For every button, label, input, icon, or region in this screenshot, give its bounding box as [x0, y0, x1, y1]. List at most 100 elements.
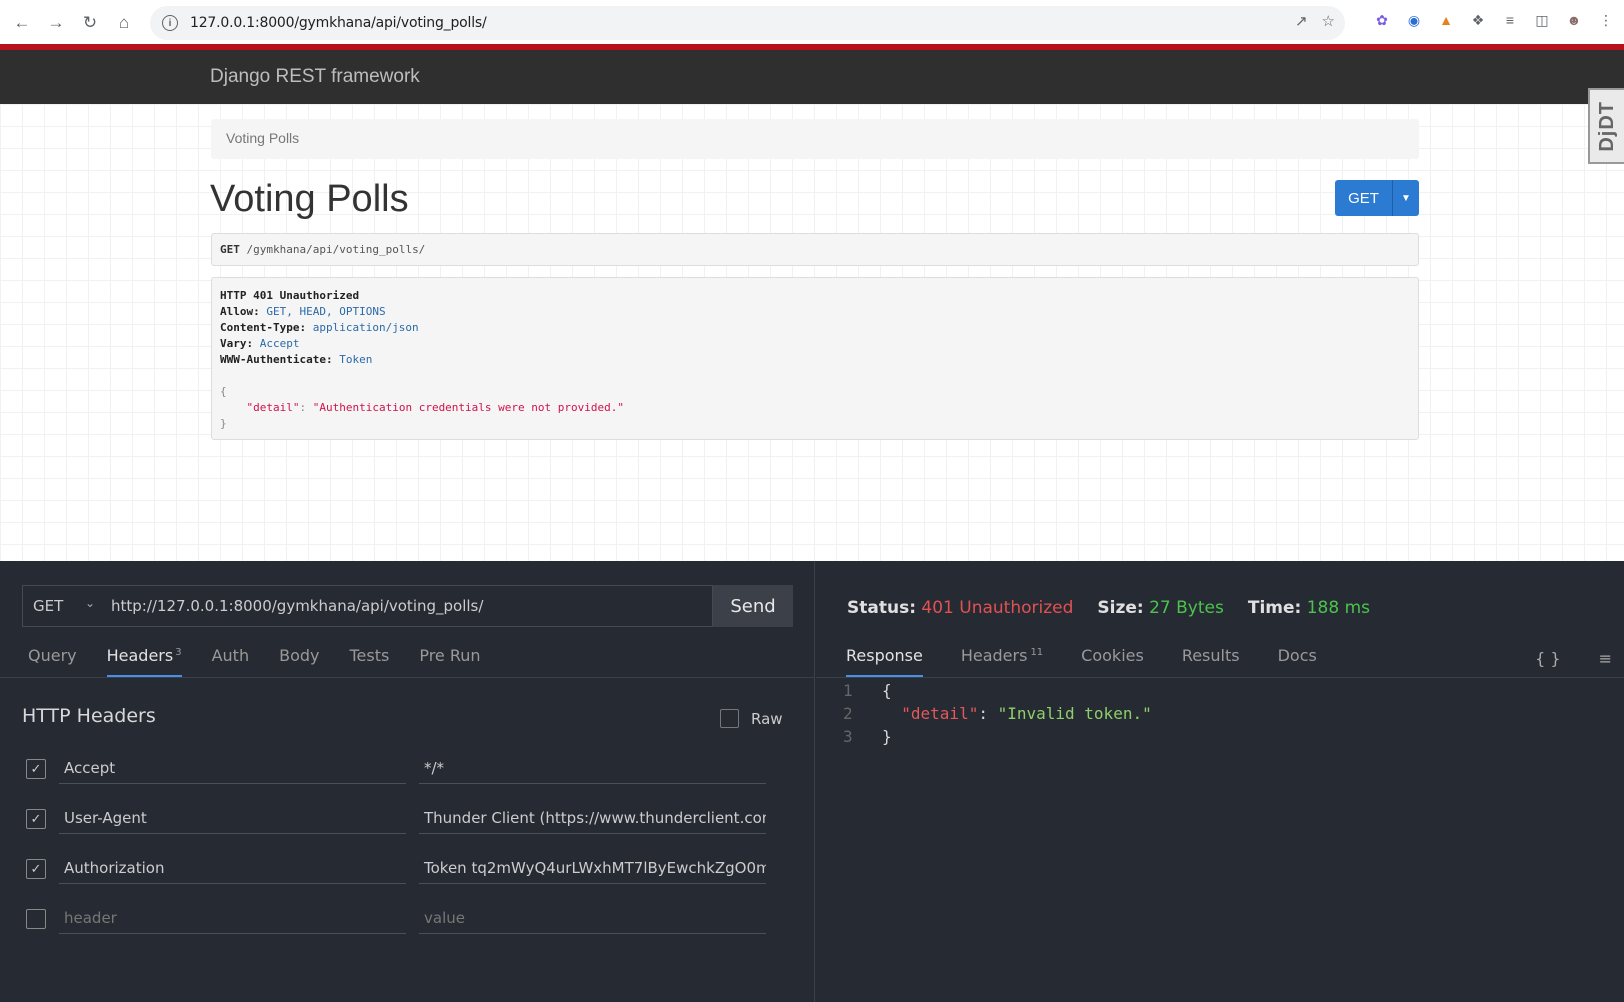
- json-value: "Authentication credentials were not pro…: [312, 401, 624, 414]
- header-value-input[interactable]: */*: [419, 753, 766, 784]
- side-panel-icon[interactable]: ◫: [1532, 10, 1552, 30]
- response-tabs: Response Headers 11 Cookies Results Docs: [846, 646, 1355, 677]
- code-line: "detail": "Invalid token.": [882, 702, 1152, 725]
- wrap-lines-icon[interactable]: ≡: [1599, 649, 1612, 668]
- json-colon: :: [299, 401, 307, 414]
- tab-headers[interactable]: Headers 3: [106, 646, 182, 677]
- json-colon: :: [978, 704, 998, 723]
- size-label: Size:: [1097, 598, 1144, 618]
- status-label: Status:: [847, 598, 916, 618]
- reload-icon[interactable]: ↻: [78, 11, 102, 35]
- request-tabs: Query Headers 3 Auth Body Tests Pre Run: [28, 646, 511, 677]
- request-path: /gymkhana/api/voting_polls/: [246, 243, 426, 256]
- tab-docs[interactable]: Docs: [1278, 646, 1317, 677]
- response-status-bar: Status: 401 Unauthorized Size: 27 Bytes …: [847, 598, 1370, 618]
- get-button[interactable]: GET: [1335, 180, 1393, 216]
- header-key-input[interactable]: header: [59, 903, 406, 934]
- header-enabled-checkbox[interactable]: ✓: [26, 859, 46, 879]
- code-line: }: [882, 727, 892, 746]
- reading-list-icon[interactable]: ≡: [1500, 10, 1520, 30]
- line-number: 1: [843, 681, 853, 700]
- response-header-key: Content-Type:: [220, 321, 307, 334]
- header-enabled-checkbox[interactable]: [26, 909, 46, 929]
- header-key-input[interactable]: Accept: [59, 753, 406, 784]
- header-key-input[interactable]: User-Agent: [59, 803, 406, 834]
- response-header-value: Token: [339, 353, 373, 366]
- tab-response[interactable]: Response: [846, 646, 923, 677]
- tab-cookies[interactable]: Cookies: [1081, 646, 1144, 677]
- raw-toggle[interactable]: Raw: [720, 709, 783, 728]
- header-value-input[interactable]: Thunder Client (https://www.thunderclien…: [419, 803, 766, 834]
- format-braces-icon[interactable]: { }: [1535, 649, 1560, 668]
- size-value: 27 Bytes: [1149, 598, 1224, 618]
- header-row: ✓ Authorization Token tq2mWyQ4urLWxhMT7l…: [26, 853, 766, 885]
- header-key-input[interactable]: Authorization: [59, 853, 406, 884]
- json-value: "Invalid token.": [997, 704, 1152, 723]
- request-panel: GET ⌄ http://127.0.0.1:8000/gymkhana/api…: [0, 561, 815, 1002]
- tab-response-headers-label: Headers: [960, 646, 1028, 665]
- request-info: GET /gymkhana/api/voting_polls/: [211, 233, 1419, 266]
- drf-brand[interactable]: Django REST framework: [210, 66, 420, 88]
- extensions-puzzle-icon[interactable]: ❖: [1468, 10, 1488, 30]
- status-value: 401 Unauthorized: [921, 598, 1074, 618]
- time-label: Time:: [1247, 598, 1302, 618]
- method-select[interactable]: GET ⌄: [22, 585, 104, 627]
- address-bar[interactable]: i 127.0.0.1:8000/gymkhana/api/voting_pol…: [150, 6, 1345, 40]
- header-row: ✓ User-Agent Thunder Client (https://www…: [26, 803, 766, 835]
- header-enabled-checkbox[interactable]: ✓: [26, 759, 46, 779]
- tab-query[interactable]: Query: [28, 646, 77, 677]
- response-panel: Status: 401 Unauthorized Size: 27 Bytes …: [816, 561, 1624, 1002]
- site-info-icon[interactable]: i: [162, 15, 178, 31]
- extension-brain-icon[interactable]: ✿: [1372, 10, 1392, 30]
- tab-auth[interactable]: Auth: [212, 646, 250, 677]
- tab-prerun[interactable]: Pre Run: [419, 646, 480, 677]
- browser-toolbar: ← → ↻ ⌂ i 127.0.0.1:8000/gymkhana/api/vo…: [0, 0, 1624, 46]
- response-tools: { } ≡: [1535, 649, 1612, 668]
- divider: [816, 677, 1624, 678]
- divider: [0, 677, 815, 678]
- response-header-key: Vary:: [220, 337, 254, 350]
- drf-navbar: Django REST framework: [0, 50, 1624, 104]
- tab-response-headers[interactable]: Headers 11: [961, 646, 1043, 677]
- code-line: {: [882, 681, 892, 700]
- line-number: 3: [843, 727, 853, 746]
- response-header-key: WWW-Authenticate:: [220, 353, 333, 366]
- tab-response-headers-count: 11: [1030, 646, 1044, 658]
- menu-icon[interactable]: ⋮: [1596, 10, 1616, 30]
- url-value: http://127.0.0.1:8000/gymkhana/api/votin…: [111, 597, 484, 615]
- home-icon[interactable]: ⌂: [112, 11, 136, 35]
- tab-results[interactable]: Results: [1182, 646, 1240, 677]
- raw-checkbox[interactable]: [720, 709, 739, 728]
- caret-down-icon[interactable]: ▼: [1393, 180, 1419, 216]
- response-header-value: Accept: [259, 337, 300, 350]
- back-icon[interactable]: ←: [10, 11, 34, 35]
- method-value: GET: [33, 597, 64, 615]
- header-enabled-checkbox[interactable]: ✓: [26, 809, 46, 829]
- request-method: GET: [220, 243, 240, 256]
- header-row-new: header value: [26, 903, 766, 935]
- breadcrumb-item[interactable]: Voting Polls: [226, 130, 299, 146]
- header-value-input[interactable]: value: [419, 903, 766, 934]
- response-status-line: HTTP 401 Unauthorized: [220, 289, 360, 302]
- json-open-brace: {: [220, 385, 227, 398]
- tab-tests[interactable]: Tests: [349, 646, 389, 677]
- response-header-value: application/json: [312, 321, 419, 334]
- extension-shield-icon[interactable]: ◉: [1404, 10, 1424, 30]
- thunder-client-panel: GET ⌄ http://127.0.0.1:8000/gymkhana/api…: [0, 561, 1624, 1002]
- debug-toolbar-handle[interactable]: DjDT: [1588, 88, 1624, 164]
- url-input[interactable]: http://127.0.0.1:8000/gymkhana/api/votin…: [103, 585, 713, 627]
- extension-fox-icon[interactable]: ▲: [1436, 10, 1456, 30]
- address-url[interactable]: 127.0.0.1:8000/gymkhana/api/voting_polls…: [190, 15, 487, 31]
- profile-avatar-icon[interactable]: ☻: [1564, 10, 1584, 30]
- bookmark-star-icon[interactable]: ☆: [1322, 12, 1335, 30]
- tab-headers-label: Headers: [106, 646, 174, 665]
- get-format-button[interactable]: GET ▼: [1335, 180, 1419, 216]
- share-icon[interactable]: ↗: [1295, 12, 1308, 30]
- breadcrumb: Voting Polls: [211, 119, 1419, 159]
- send-button[interactable]: Send: [713, 585, 793, 627]
- response-info: HTTP 401 Unauthorized Allow: GET, HEAD, …: [211, 277, 1419, 440]
- header-value-input[interactable]: Token tq2mWyQ4urLWxhMT7lByEwchkZgO0mz: [419, 853, 766, 884]
- forward-icon[interactable]: →: [44, 11, 68, 35]
- header-row: ✓ Accept */*: [26, 753, 766, 785]
- tab-body[interactable]: Body: [279, 646, 319, 677]
